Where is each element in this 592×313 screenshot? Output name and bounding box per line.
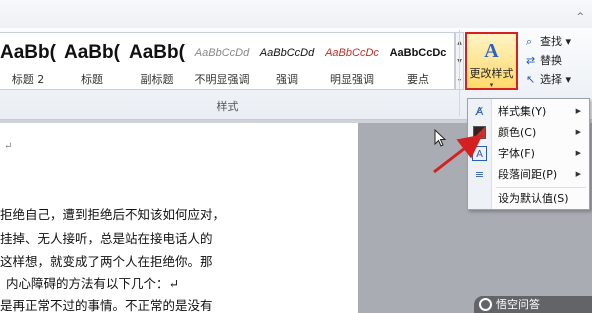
doc-line: 拒绝自己，遭到拒绝后不知该如何应对， bbox=[0, 207, 226, 222]
doc-line: 这样想，就变成了两个人在拒绝你。那 bbox=[0, 254, 213, 269]
menu-item-fonts[interactable]: A 字体(F) ▶ bbox=[468, 143, 589, 164]
find-button[interactable]: ⌕ 查找 ▾ bbox=[526, 32, 592, 51]
style-name: 标题 bbox=[81, 73, 103, 86]
watermark-logo-icon bbox=[479, 298, 492, 311]
change-styles-button[interactable]: A 更改样式 ▾ bbox=[465, 32, 518, 90]
menu-item-colors[interactable]: 颜色(C) ▶ bbox=[468, 122, 589, 143]
styles-group-label: 样式 bbox=[216, 100, 239, 113]
select-label: 选择 ▾ bbox=[540, 73, 572, 86]
watermark: 悟空问答 bbox=[474, 296, 592, 313]
change-styles-menu: A̸ 样式集(Y) ▶ 颜色(C) ▶ A 字体(F) ▶ ≡ 段落间距(P) … bbox=[467, 98, 590, 210]
paragraph-spacing-icon: ≡ bbox=[474, 168, 485, 181]
font-icon: A bbox=[472, 146, 487, 161]
color-swatch-icon bbox=[472, 125, 487, 140]
style-preview: AaBbCcDd bbox=[259, 47, 315, 59]
submenu-arrow-icon: ▶ bbox=[575, 149, 581, 157]
style-name: 标题 2 bbox=[11, 73, 45, 86]
select-button[interactable]: ↖ 选择 ▾ bbox=[526, 70, 592, 89]
change-styles-icon: A bbox=[484, 40, 499, 62]
style-heading-2[interactable]: AaBb( 标题 2 bbox=[0, 33, 58, 91]
menu-item-style-set[interactable]: A̸ 样式集(Y) ▶ bbox=[468, 101, 589, 122]
styles-gallery: AaBb( 标题 2 AaBb( 标题 AaBb( 副标题 AaBbCcDd 不… bbox=[0, 32, 455, 90]
submenu-arrow-icon: ▶ bbox=[575, 170, 581, 178]
menu-item-label: 颜色(C) bbox=[498, 126, 537, 139]
style-intense-emphasis[interactable]: AaBbCcDc 明显强调 bbox=[320, 33, 384, 91]
editing-group: ⌕ 查找 ▾ ⇄ 替换 ↖ 选择 ▾ bbox=[526, 32, 592, 89]
ribbon-tab-strip: ^ bbox=[0, 0, 592, 28]
style-preview: AaBb( bbox=[0, 42, 56, 63]
menu-item-label: 设为默认值(S) bbox=[498, 192, 569, 205]
style-preview: AaBbCcDd bbox=[194, 47, 250, 59]
style-subtitle[interactable]: AaBb( 副标题 bbox=[125, 33, 189, 91]
menu-item-label: 样式集(Y) bbox=[498, 105, 547, 118]
style-preview: AaBb( bbox=[129, 42, 185, 63]
menu-item-paragraph-spacing[interactable]: ≡ 段落间距(P) ▶ bbox=[468, 164, 589, 185]
submenu-arrow-icon: ▶ bbox=[575, 128, 581, 136]
replace-button[interactable]: ⇄ 替换 bbox=[526, 51, 592, 70]
style-name: 不明显强调 bbox=[194, 73, 250, 86]
style-preview: AaBb( bbox=[64, 42, 120, 63]
menu-item-set-default[interactable]: 设为默认值(S) bbox=[468, 188, 589, 209]
style-preview: AaBbCcDc bbox=[325, 47, 379, 59]
watermark-text: 悟空问答 bbox=[496, 298, 540, 311]
style-name: 要点 bbox=[407, 73, 429, 86]
change-styles-label: 更改样式 bbox=[469, 67, 514, 80]
style-name: 副标题 bbox=[140, 73, 174, 86]
style-preview: AaBbCcDc bbox=[389, 47, 447, 59]
doc-line: 是再正常不过的事情。不正常的是没有 bbox=[0, 298, 213, 313]
group-divider bbox=[459, 30, 460, 116]
document-page[interactable]: ↵ 拒绝自己，遭到拒绝后不知该如何应对， 挂掉、无人接听，总是站在接电话人的 这… bbox=[0, 123, 358, 313]
cursor-icon: ↖ bbox=[526, 73, 536, 86]
replace-icon: ⇄ bbox=[526, 54, 536, 67]
doc-line: 内心障碍的方法有以下几个：↵ bbox=[6, 276, 179, 291]
submenu-arrow-icon: ▶ bbox=[575, 107, 581, 115]
style-name: 明显强调 bbox=[330, 73, 374, 86]
binoculars-icon: ⌕ bbox=[526, 35, 533, 48]
ribbon-collapse-icon[interactable]: ^ bbox=[576, 12, 584, 22]
menu-item-label: 字体(F) bbox=[498, 147, 535, 160]
paragraph-mark: ↵ bbox=[4, 141, 13, 152]
style-set-icon: A̸ bbox=[475, 105, 484, 118]
menu-item-label: 段落间距(P) bbox=[498, 168, 558, 181]
style-emphasis[interactable]: AaBbCcDd 强调 bbox=[255, 33, 319, 91]
style-subtle-emphasis[interactable]: AaBbCcDd 不明显强调 bbox=[189, 33, 255, 91]
find-label: 查找 ▾ bbox=[540, 35, 572, 48]
style-title[interactable]: AaBb( 标题 bbox=[60, 33, 124, 91]
doc-line: 挂掉、无人接听，总是站在接电话人的 bbox=[0, 231, 213, 246]
chevron-down-icon: ▾ bbox=[489, 81, 494, 89]
mouse-cursor-icon bbox=[434, 129, 447, 147]
style-name: 强调 bbox=[276, 73, 298, 86]
replace-label: 替换 bbox=[540, 54, 562, 67]
style-strong[interactable]: AaBbCcDc 要点 bbox=[385, 33, 451, 91]
